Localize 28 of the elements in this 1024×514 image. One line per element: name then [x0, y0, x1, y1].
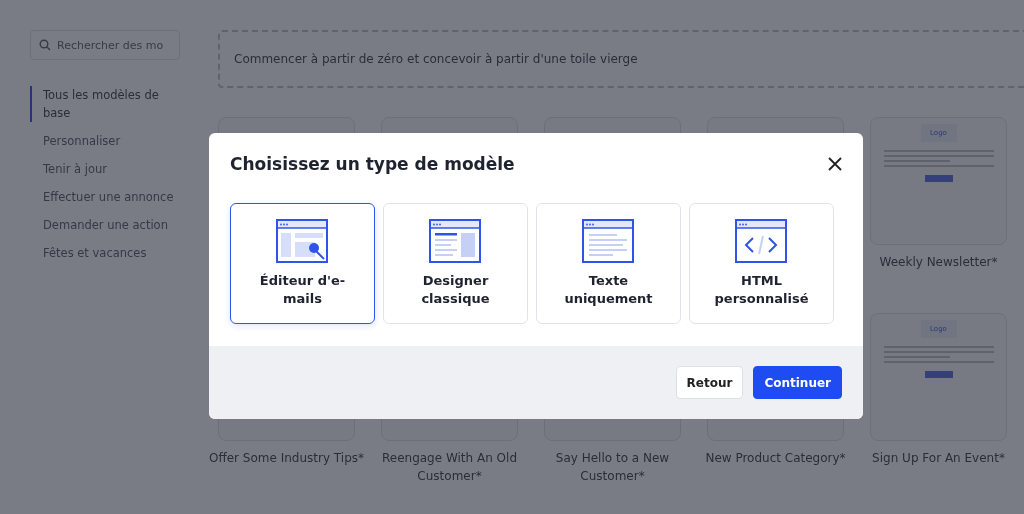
button-drawing [924, 175, 953, 182]
template-name: Offer Some Industry Tips* [209, 451, 364, 465]
close-icon[interactable] [828, 157, 842, 171]
button-drawing [924, 371, 953, 378]
template-type-option[interactable]: Éditeur d'e-mails [230, 203, 375, 324]
template-name: Reengage With An Old Customer* [381, 451, 517, 483]
category-link[interactable]: Tous les modèles de base [30, 86, 180, 122]
editor-window-icon [274, 218, 331, 266]
back-button[interactable]: Retour [675, 366, 744, 399]
template-type-option[interactable]: Designer classique [383, 203, 528, 324]
template-name: New Product Category* [705, 451, 846, 465]
code-window-icon [733, 218, 790, 266]
template-name: Say Hello to a New Customer* [555, 451, 670, 483]
category-link[interactable]: Fêtes et vacances [30, 244, 180, 262]
template-type-option[interactable]: HTML personnalisé [689, 203, 834, 324]
continue-button[interactable]: Continuer [753, 366, 842, 399]
category-link[interactable]: Personnaliser [30, 132, 180, 150]
blank-canvas-option[interactable]: Commencer à partir de zéro et concevoir à partir d'une toile vierge [218, 30, 1024, 88]
text-window-icon [580, 218, 637, 266]
template-name: Weekly Newsletter* [879, 255, 998, 269]
category-link[interactable]: Effectuer une annonce [30, 188, 180, 206]
dialog-title: Choisissez un type de modèle [230, 154, 515, 174]
template-type-option[interactable]: Texte uniquement [536, 203, 681, 324]
category-link[interactable]: Tenir à jour [30, 160, 180, 178]
category-link[interactable]: Demander une action [30, 216, 180, 234]
search-field[interactable]: Rechercher des mo [30, 30, 180, 60]
template-name: Sign Up For An Event* [872, 451, 1005, 465]
layout-window-icon [427, 218, 484, 266]
